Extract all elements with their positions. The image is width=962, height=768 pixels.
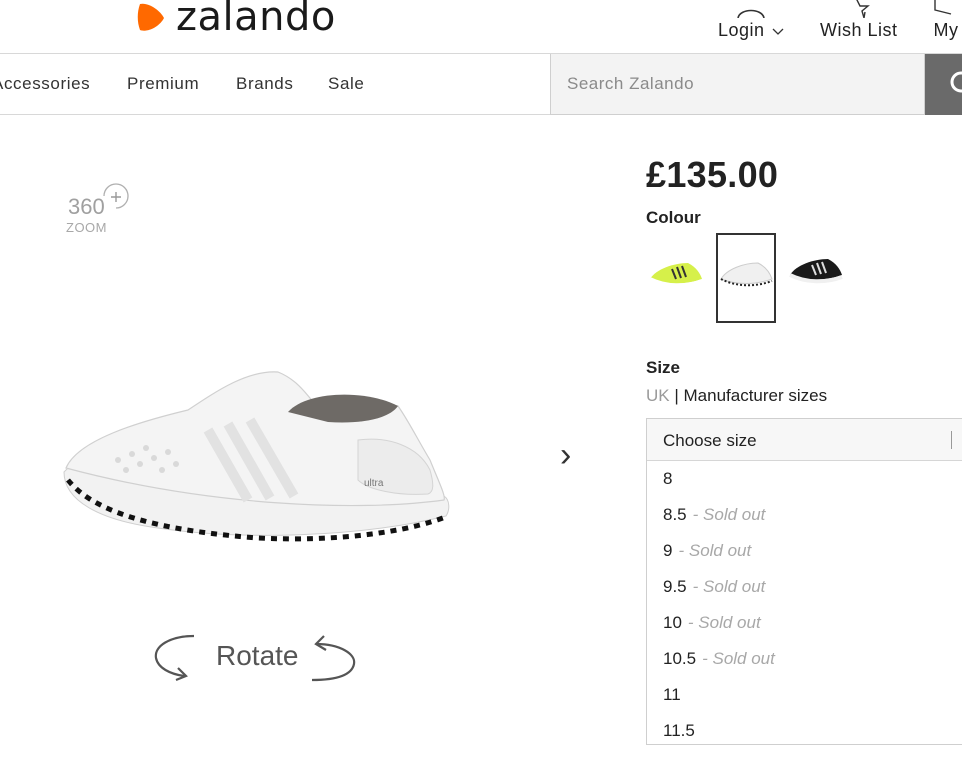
star-icon [855, 0, 870, 18]
product-image[interactable]: ultra [58, 350, 458, 555]
search-input[interactable] [551, 54, 924, 114]
size-unit-switch: UK | Manufacturer sizes [646, 386, 827, 406]
size-option[interactable]: 8 [647, 461, 962, 497]
search-button[interactable] [925, 54, 962, 115]
size-option[interactable]: 9- Sold out [647, 533, 962, 569]
shoe-thumbnail [649, 263, 703, 288]
next-image-arrow[interactable]: › [560, 436, 571, 475]
size-select[interactable]: Choose size [647, 419, 962, 461]
search-box [550, 54, 925, 115]
login-label: Login [718, 20, 765, 40]
size-option[interactable]: 10.5- Sold out [647, 641, 962, 677]
search-icon [950, 71, 962, 93]
colour-swatch-yellow[interactable] [646, 233, 706, 323]
my-label: My [933, 20, 959, 40]
rotate-control[interactable]: Rotate [150, 630, 360, 690]
user-icon [737, 9, 765, 18]
colour-swatch-black[interactable] [786, 233, 846, 323]
size-option[interactable]: 10- Sold out [647, 605, 962, 641]
zalando-logo-icon [137, 3, 164, 31]
nav-item-accessories[interactable]: Accessories [0, 74, 90, 94]
product-price: £135.00 [646, 154, 779, 195]
rotate-left-icon [154, 634, 195, 682]
colour-title: Colour [646, 208, 701, 227]
nav-item-brands[interactable]: Brands [236, 74, 293, 94]
nav-item-sale[interactable]: Sale [328, 74, 364, 94]
shoe-brand-text: ultra [364, 478, 384, 489]
chevron-down-icon [772, 28, 784, 35]
size-options-list: 8 8.5- Sold out 9- Sold out 9.5- Sold ou… [647, 461, 962, 749]
size-dropdown: Choose size 8 8.5- Sold out 9- Sold out … [646, 418, 962, 745]
size-unit-uk[interactable]: UK [646, 386, 670, 405]
site-header: zalando Login Wish List My [0, 0, 962, 54]
zoom-360-text: 360 [68, 194, 105, 219]
zalando-logo[interactable]: zalando [134, 0, 336, 40]
zoom-label: ZOOM [66, 220, 107, 235]
size-option[interactable]: 11.5 [647, 713, 962, 749]
size-option[interactable]: 8.5- Sold out [647, 497, 962, 533]
my-account-link[interactable]: My [931, 0, 961, 41]
size-title: Size [646, 358, 681, 377]
size-select-placeholder: Choose size [663, 431, 757, 450]
size-option[interactable]: 9.5- Sold out [647, 569, 962, 605]
wishlist-label: Wish List [820, 20, 898, 40]
size-unit-manufacturer[interactable]: Manufacturer sizes [684, 386, 828, 405]
category-nav: Accessories Premium Brands Sale [0, 54, 962, 115]
bag-icon [934, 0, 952, 15]
size-unit-separator: | [669, 386, 684, 405]
rotate-label: Rotate [216, 640, 299, 671]
shoe-thumbnail [720, 262, 773, 287]
brand-name: zalando [176, 0, 336, 40]
colour-swatch-white[interactable] [716, 233, 776, 323]
size-select-divider [951, 431, 952, 449]
login-link[interactable]: Login [718, 0, 784, 41]
size-option[interactable]: 11 [647, 677, 962, 713]
nav-item-premium[interactable]: Premium [127, 74, 199, 94]
shoe-thumbnail [789, 259, 843, 284]
rotate-right-icon [311, 635, 356, 682]
wishlist-link[interactable]: Wish List [820, 0, 898, 41]
